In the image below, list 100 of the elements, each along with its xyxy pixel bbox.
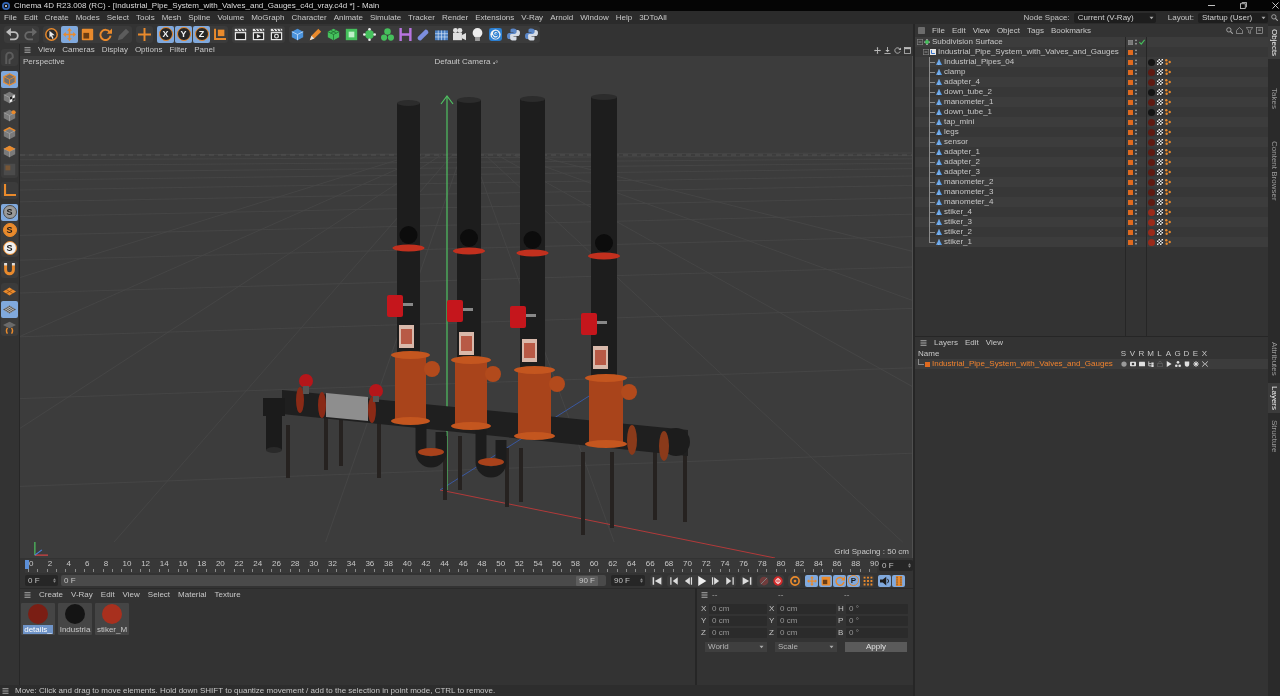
menu-item[interactable]: Object <box>996 26 1020 35</box>
checker-tag-icon[interactable] <box>1157 129 1163 135</box>
apply-button[interactable]: Apply <box>845 642 907 652</box>
orbit-arrow-icon[interactable] <box>894 46 901 54</box>
position-field[interactable]: 0 cm <box>709 628 767 638</box>
checker-tag-icon[interactable] <box>1157 99 1163 105</box>
menu-item[interactable]: Window <box>580 13 609 22</box>
menu-item[interactable]: Texture <box>214 591 241 599</box>
layer-swatch-icon[interactable] <box>1128 89 1133 95</box>
camera-name[interactable]: Default Camera <box>434 58 491 66</box>
layer-swatch-icon[interactable] <box>1128 169 1133 175</box>
layer-swatch-icon[interactable] <box>925 361 930 367</box>
menu-item[interactable]: Render <box>441 13 469 22</box>
dots-tag-icon[interactable] <box>1165 179 1171 185</box>
layer-swatch-icon[interactable] <box>1128 229 1133 235</box>
side-tab[interactable]: Takes <box>1268 85 1280 113</box>
object-name[interactable]: sensor <box>944 138 968 146</box>
y-axis-arrow[interactable] <box>440 95 454 491</box>
object-name[interactable]: clamp <box>944 68 966 76</box>
film-button[interactable] <box>892 574 905 587</box>
x-mark-icon[interactable] <box>1201 361 1208 367</box>
layer-swatch-icon[interactable] <box>1128 59 1133 65</box>
menu-item[interactable]: 3DToAll <box>639 13 667 22</box>
menu-item[interactable]: Animate <box>333 13 363 22</box>
playhead-marker[interactable] <box>25 560 29 569</box>
side-tab[interactable]: Objects <box>1268 26 1280 60</box>
object-name[interactable]: stiker_2 <box>944 228 972 236</box>
script-manager-button[interactable] <box>523 25 540 43</box>
tree-toggle-icon[interactable] <box>917 39 923 45</box>
y-axis-button[interactable]: Y <box>175 25 192 43</box>
panel-menu-icon[interactable] <box>701 592 708 598</box>
layer-swatch-icon[interactable] <box>1128 179 1133 185</box>
layer-swatch-icon[interactable] <box>1128 129 1133 135</box>
menu-item[interactable]: View <box>972 26 990 35</box>
checker-tag-icon[interactable] <box>1157 69 1163 75</box>
position-field[interactable]: 0 cm <box>709 616 767 626</box>
dots-tag-icon[interactable] <box>1165 229 1171 235</box>
auto-key-button[interactable] <box>771 574 784 587</box>
layout-dropdown[interactable]: Startup (User) <box>1198 12 1268 23</box>
layer-swatch-icon[interactable] <box>1128 119 1133 125</box>
menu-item[interactable]: Extensions <box>475 13 515 22</box>
checker-tag-icon[interactable] <box>1157 119 1163 125</box>
undo-button[interactable] <box>4 25 21 43</box>
size-mode-dropdown[interactable]: Scale <box>775 642 837 652</box>
rotation-field[interactable]: 0 ° <box>846 604 908 614</box>
previous-key-button[interactable] <box>667 574 680 587</box>
checker-tag-icon[interactable] <box>1157 89 1163 95</box>
move-tool-button[interactable] <box>61 25 78 43</box>
x-axis-button[interactable]: X <box>157 25 174 43</box>
object-name[interactable]: manometer_2 <box>944 178 994 186</box>
dots-tag-icon[interactable] <box>1165 99 1171 105</box>
menu-item[interactable]: Spline <box>188 13 211 22</box>
transform-tool-button[interactable] <box>136 25 153 43</box>
checker-tag-icon[interactable] <box>1157 159 1163 165</box>
menu-item[interactable]: Help <box>615 13 633 22</box>
next-key-button[interactable] <box>723 574 736 587</box>
range-end-handle[interactable]: 90 F <box>576 575 598 586</box>
menu-item[interactable]: Edit <box>965 339 979 347</box>
dots-tag-icon[interactable] <box>1165 69 1171 75</box>
menu-item[interactable]: Options <box>134 46 163 54</box>
checker-tag-icon[interactable] <box>1157 189 1163 195</box>
dots-tag-icon[interactable] <box>1165 239 1171 245</box>
checker-tag-icon[interactable] <box>1157 169 1163 175</box>
eye-icon[interactable] <box>1129 361 1136 367</box>
edges-mode-button[interactable] <box>1 124 18 142</box>
layer-swatch-icon[interactable] <box>1128 109 1133 115</box>
camera-button[interactable] <box>451 25 468 43</box>
position-field[interactable]: 0 cm <box>709 604 767 614</box>
object-name[interactable]: adapter_4 <box>944 78 981 86</box>
start-frame-field[interactable]: 0 F <box>25 575 58 586</box>
layer-swatch-icon[interactable] <box>1128 99 1133 105</box>
menu-item[interactable]: Edit <box>100 591 115 599</box>
menu-item[interactable]: Create <box>39 591 63 599</box>
minimize-icon[interactable] <box>1208 2 1215 9</box>
play-button[interactable] <box>695 574 708 587</box>
checker-tag-icon[interactable] <box>1157 179 1163 185</box>
key-rotation-button[interactable] <box>833 574 846 587</box>
coordinate-mode-dropdown[interactable]: World <box>705 642 767 652</box>
menu-item[interactable]: Mesh <box>161 13 182 22</box>
empty-layer-icon[interactable] <box>1128 39 1133 45</box>
material-name[interactable]: Industria <box>58 625 92 634</box>
dots-tag-icon[interactable] <box>1165 109 1171 115</box>
panel-menu-icon[interactable] <box>24 592 31 598</box>
dots-tag-icon[interactable] <box>1165 169 1171 175</box>
object-name[interactable]: manometer_4 <box>944 198 994 206</box>
object-name[interactable]: down_tube_1 <box>944 108 993 116</box>
panel-menu-icon[interactable] <box>24 47 31 53</box>
side-tab[interactable]: Content Browser <box>1268 138 1280 204</box>
menu-item[interactable]: File <box>932 26 945 35</box>
model-mode-button[interactable] <box>1 70 18 88</box>
menu-item[interactable]: Volume <box>217 13 245 22</box>
node-space-dropdown[interactable]: Current (V-Ray) <box>1073 12 1156 23</box>
checker-tag-icon[interactable] <box>1157 109 1163 115</box>
snap-settings-button[interactable]: S <box>1 221 18 239</box>
checker-tag-icon[interactable] <box>1157 239 1163 245</box>
dots-tag-icon[interactable] <box>1165 119 1171 125</box>
range-start-handle[interactable]: 0 F <box>64 576 76 585</box>
menu-item[interactable]: Character <box>291 13 327 22</box>
object-name[interactable]: legs <box>944 128 959 136</box>
object-name[interactable]: Subdivision Surface <box>932 38 1003 46</box>
